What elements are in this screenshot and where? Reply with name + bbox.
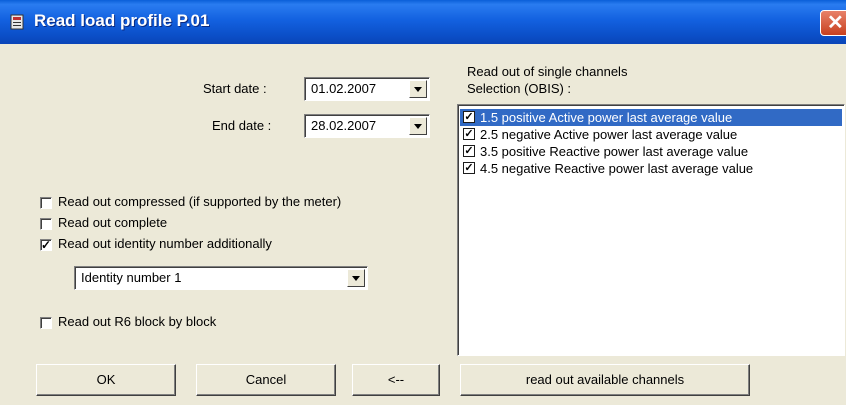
channels-heading: Read out of single channels — [467, 64, 628, 79]
selection-label: Selection (OBIS) : — [467, 81, 572, 96]
chevron-down-icon[interactable] — [347, 269, 365, 287]
end-date-value: 28.02.2007 — [311, 118, 377, 133]
close-button[interactable]: ✕ — [820, 10, 846, 36]
channel-label: 1.5 positive Active power last average v… — [480, 110, 733, 125]
list-item[interactable]: ✓ 3.5 positive Reactive power last avera… — [460, 143, 842, 160]
r6-block-label: Read out R6 block by block — [58, 314, 217, 329]
read-channels-button[interactable]: read out available channels — [460, 364, 750, 396]
channel-label: 2.5 negative Active power last average v… — [480, 127, 738, 142]
window-title: Read load profile P.01 — [34, 11, 210, 30]
chevron-down-icon[interactable] — [409, 80, 427, 98]
cancel-button[interactable]: Cancel — [196, 364, 336, 396]
identity-label: Read out identity number additionally — [58, 236, 272, 251]
list-item[interactable]: ✓ 1.5 positive Active power last average… — [460, 109, 842, 126]
identity-checkbox[interactable]: ✓ — [40, 239, 52, 251]
end-date-label: End date : — [212, 118, 272, 133]
title-bar: Read load profile P.01 ✕ — [0, 0, 846, 44]
start-date-select[interactable]: 01.02.2007 — [304, 77, 430, 101]
close-icon: ✕ — [827, 12, 844, 34]
start-date-label: Start date : — [203, 81, 267, 96]
channel-list[interactable]: ✓ 1.5 positive Active power last average… — [457, 104, 845, 356]
channel-checkbox[interactable]: ✓ — [463, 145, 475, 157]
start-date-value: 01.02.2007 — [311, 81, 377, 96]
complete-checkbox[interactable] — [40, 218, 52, 230]
compressed-label: Read out compressed (if supported by the… — [58, 194, 342, 209]
channel-label: 3.5 positive Reactive power last average… — [480, 144, 749, 159]
list-item[interactable]: ✓ 4.5 negative Reactive power last avera… — [460, 160, 842, 177]
compressed-checkbox[interactable] — [40, 197, 52, 209]
r6-block-checkbox[interactable] — [40, 317, 52, 329]
ok-button[interactable]: OK — [36, 364, 176, 396]
identity-number-value: Identity number 1 — [81, 270, 182, 285]
channel-label: 4.5 negative Reactive power last average… — [480, 161, 754, 176]
complete-label: Read out complete — [58, 215, 168, 230]
channel-checkbox[interactable]: ✓ — [463, 111, 475, 123]
list-item[interactable]: ✓ 2.5 negative Active power last average… — [460, 126, 842, 143]
channel-checkbox[interactable]: ✓ — [463, 162, 475, 174]
identity-number-select[interactable]: Identity number 1 — [74, 266, 368, 290]
back-button[interactable]: <-- — [352, 364, 440, 396]
chevron-down-icon[interactable] — [409, 117, 427, 135]
end-date-select[interactable]: 28.02.2007 — [304, 114, 430, 138]
window-icon — [10, 14, 24, 30]
channel-checkbox[interactable]: ✓ — [463, 128, 475, 140]
